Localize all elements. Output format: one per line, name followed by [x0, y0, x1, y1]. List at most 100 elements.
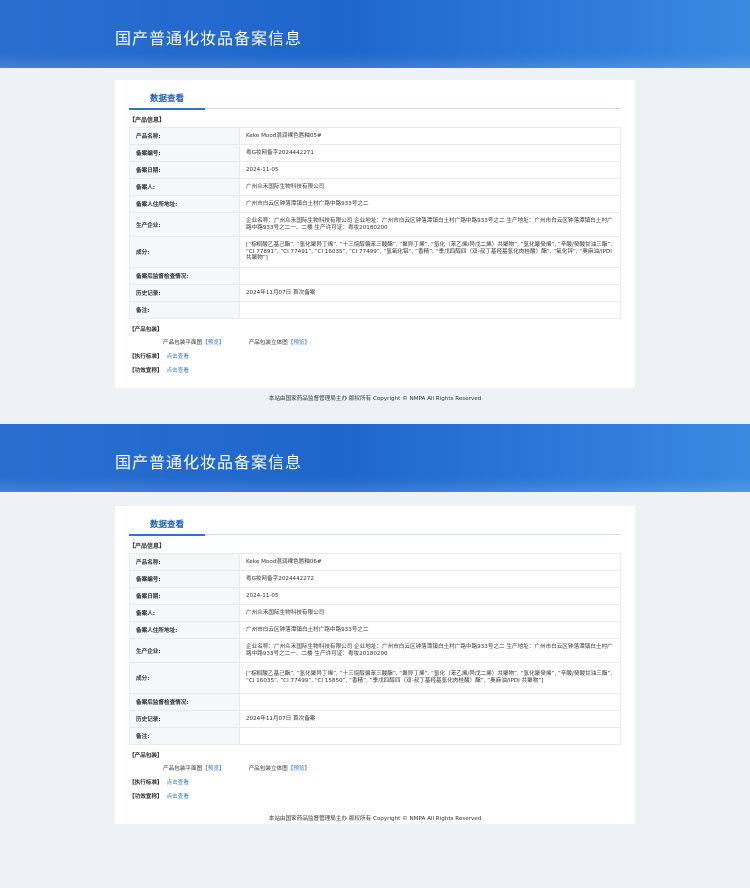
detail-card: 数据查看 【产品信息】 产品名称: Keke Mood混润裸色唇釉06# 备案编…	[115, 506, 635, 824]
field-label: 产品名称:	[129, 127, 240, 145]
table-row: 备案人住所地址: 广州市白云区钟落潭镇白土村广路中路933号之二	[129, 195, 621, 213]
field-label: 备注:	[129, 301, 240, 319]
field-label: 备案后监督检查情况:	[129, 267, 240, 285]
pack-3d-item: 产品包装立体图【预览】	[249, 764, 311, 772]
packaging-group: 【产品包装】 产品包装平面图【预览】 产品包装立体图【预览】	[129, 751, 621, 772]
table-row: 备案编号: 粤G妆网备字2024442272	[129, 570, 621, 588]
field-label: 成分:	[129, 236, 240, 268]
table-row: 备案后监督检查情况:	[129, 693, 621, 711]
tab-active-underline	[129, 108, 205, 110]
field-value: 广州市白云区钟落潭镇白土村广路中路933号之二	[239, 621, 621, 639]
field-label: 生产企业:	[129, 638, 240, 663]
pack-3d-label: 产品包装立体图	[248, 340, 288, 346]
table-row: 备案后监督检查情况:	[129, 267, 621, 285]
table-row: 生产企业: 企业名称：广州众禾国际生物科技有限公司 企业地址：广州市白云区钟落潭…	[129, 638, 621, 663]
product-info-table: 产品名称: Keke Mood混润裸色唇釉06# 备案编号: 粤G妆网备字202…	[129, 553, 621, 745]
banner-title: 国产普通化妆品备案信息	[115, 29, 303, 48]
field-label: 历史记录:	[129, 284, 240, 302]
field-value: [“棕榈酸乙基己酯”, “氢化聚异丁烯”, “十三烷醇偏苯三酸酯”, “聚异丁烯…	[239, 236, 621, 268]
field-label: 备案后监督检查情况:	[129, 693, 240, 711]
field-value: [“棕榈酸乙基己酯”, “氢化聚异丁烯”, “十三烷醇偏苯三酸酯”, “聚异丁烯…	[239, 662, 621, 694]
field-value: Keke Mood混润裸色唇釉05#	[239, 127, 621, 145]
tab-bar: 数据查看	[129, 506, 621, 536]
efficacy-title: 【功效宣称】	[129, 794, 163, 800]
standard-title: 【执行标准】	[129, 780, 163, 786]
table-row: 备案人: 广州众禾国际生物科技有限公司	[129, 604, 621, 622]
table-row: 历史记录: 2024年11月07日 首次备案	[129, 710, 621, 728]
efficacy-view-link[interactable]: 点击查看	[167, 794, 189, 800]
tab-data-view[interactable]: 数据查看	[129, 518, 205, 530]
field-value	[239, 267, 621, 285]
field-value: 2024年11月07日 首次备案	[239, 710, 621, 728]
field-label: 备注:	[129, 727, 240, 745]
table-row: 备注:	[129, 301, 621, 319]
pack-flat-item: 产品包装平面图【预览】	[163, 338, 225, 346]
pack-3d-preview-link[interactable]: 【预览】	[288, 340, 310, 346]
detail-card: 数据查看 【产品信息】 产品名称: Keke Mood混润裸色唇釉05# 备案编…	[115, 80, 635, 388]
field-label: 备案人:	[129, 604, 240, 622]
field-value: 广州众禾国际生物科技有限公司	[239, 604, 621, 622]
pack-flat-preview-link[interactable]: 【预览】	[202, 766, 224, 772]
field-value: 2024年11月07日 首次备案	[239, 284, 621, 302]
record-section-2: 国产普通化妆品备案信息 数据查看 【产品信息】 产品名称: Keke Mood混…	[0, 424, 750, 888]
table-row: 备案编号: 粤G妆网备字2024442271	[129, 144, 621, 162]
table-row: 备案日期: 2024-11-05	[129, 161, 621, 179]
field-value: 粤G妆网备字2024442272	[239, 570, 621, 588]
table-row: 备注:	[129, 727, 621, 745]
pack-flat-preview-link[interactable]: 【预览】	[202, 340, 224, 346]
field-value: 2024-11-05	[239, 161, 621, 179]
pack-3d-label: 产品包装立体图	[248, 766, 288, 772]
group-title-product-info: 【产品信息】	[129, 117, 166, 124]
table-row: 生产企业: 企业名称：广州众禾国际生物科技有限公司 企业地址：广州市白云区钟落潭…	[129, 212, 621, 237]
field-label: 备案人住所地址:	[129, 195, 240, 213]
tab-bar: 数据查看	[129, 80, 621, 110]
standard-title: 【执行标准】	[129, 354, 163, 360]
banner-title: 国产普通化妆品备案信息	[115, 453, 303, 472]
table-row: 产品名称: Keke Mood混润裸色唇釉06#	[129, 553, 621, 571]
field-label: 备案日期:	[129, 161, 240, 179]
pack-3d-preview-link[interactable]: 【预览】	[288, 766, 310, 772]
efficacy-title: 【功效宣称】	[129, 368, 163, 374]
packaging-group: 【产品包装】 产品包装平面图【预览】 产品包装立体图【预览】	[129, 325, 621, 346]
field-label: 备案人住所地址:	[129, 621, 240, 639]
table-row: 历史记录: 2024年11月07日 首次备案	[129, 284, 621, 302]
packaging-items: 产品包装平面图【预览】 产品包装立体图【预览】	[129, 338, 621, 346]
field-value: 广州众禾国际生物科技有限公司	[239, 178, 621, 196]
table-row: 备案日期: 2024-11-05	[129, 587, 621, 605]
pack-flat-label: 产品包装平面图	[163, 340, 203, 346]
field-value: Keke Mood混润裸色唇釉06#	[239, 553, 621, 571]
product-info-table: 产品名称: Keke Mood混润裸色唇釉05# 备案编号: 粤G妆网备字202…	[129, 127, 621, 319]
efficacy-row: 【功效宣称】 点击查看	[129, 366, 621, 374]
pack-3d-item: 产品包装立体图【预览】	[249, 338, 311, 346]
pack-flat-label: 产品包装平面图	[163, 766, 203, 772]
packaging-items: 产品包装平面图【预览】 产品包装立体图【预览】	[129, 764, 621, 772]
standard-row: 【执行标准】 点击查看	[129, 352, 621, 360]
group-title-packaging: 【产品包装】	[129, 753, 163, 759]
group-title-product-info: 【产品信息】	[129, 543, 166, 550]
field-value: 广州市白云区钟落潭镇白土村广路中路933号之二	[239, 195, 621, 213]
group-title-packaging: 【产品包装】	[129, 327, 163, 333]
footer-copyright: 本站由国家药品监督管理局主办 版权所有 Copyright © NMPA All…	[268, 396, 482, 402]
efficacy-row: 【功效宣称】 点击查看	[129, 792, 621, 800]
efficacy-view-link[interactable]: 点击查看	[167, 368, 189, 374]
standard-view-link[interactable]: 点击查看	[167, 354, 189, 360]
record-section-1: 国产普通化妆品备案信息 数据查看 【产品信息】 产品名称: Keke Mood混…	[0, 0, 750, 424]
table-row: 成分: [“棕榈酸乙基己酯”, “氢化聚异丁烯”, “十三烷醇偏苯三酸酯”, “…	[129, 662, 621, 694]
table-row: 成分: [“棕榈酸乙基己酯”, “氢化聚异丁烯”, “十三烷醇偏苯三酸酯”, “…	[129, 236, 621, 268]
table-row: 产品名称: Keke Mood混润裸色唇釉05#	[129, 127, 621, 145]
field-value	[239, 727, 621, 745]
standard-view-link[interactable]: 点击查看	[167, 780, 189, 786]
field-value	[239, 693, 621, 711]
table-row: 备案人住所地址: 广州市白云区钟落潭镇白土村广路中路933号之二	[129, 621, 621, 639]
tab-active-underline	[129, 534, 205, 536]
field-value: 企业名称：广州众禾国际生物科技有限公司 企业地址：广州市白云区钟落潭镇白土村广路…	[239, 638, 621, 663]
header-banner: 国产普通化妆品备案信息	[0, 424, 750, 492]
tab-data-view[interactable]: 数据查看	[129, 92, 205, 104]
field-label: 备案编号:	[129, 570, 240, 588]
table-row: 备案人: 广州众禾国际生物科技有限公司	[129, 178, 621, 196]
field-label: 备案日期:	[129, 587, 240, 605]
field-value: 2024-11-05	[239, 587, 621, 605]
standard-row: 【执行标准】 点击查看	[129, 778, 621, 786]
field-value: 企业名称：广州众禾国际生物科技有限公司 企业地址：广州市白云区钟落潭镇白土村广路…	[239, 212, 621, 237]
pack-flat-item: 产品包装平面图【预览】	[163, 764, 225, 772]
